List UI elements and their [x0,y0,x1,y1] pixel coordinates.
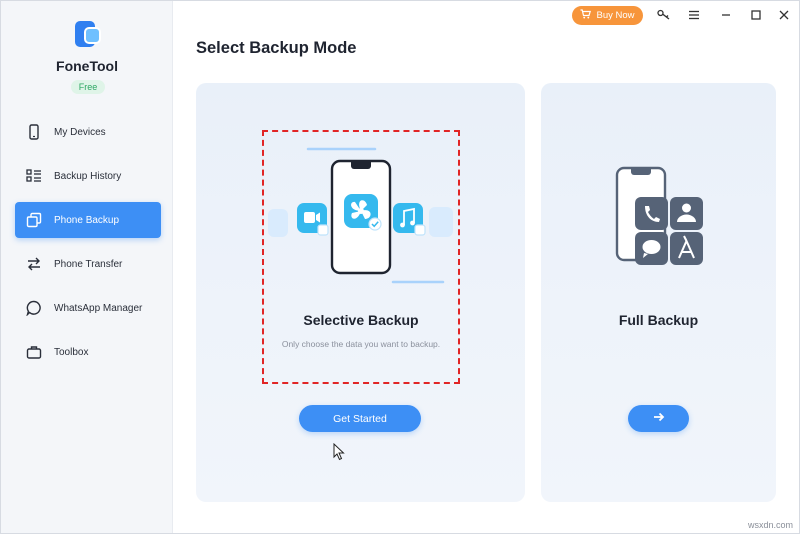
key-icon[interactable] [657,8,671,22]
selective-backup-title: Selective Backup [303,312,419,328]
sidebar: FoneTool Free My Devices Backup History … [1,1,173,533]
sidebar-item-label: WhatsApp Manager [54,302,143,314]
sidebar-item-phone-transfer[interactable]: Phone Transfer [15,246,161,282]
sidebar-item-phone-backup[interactable]: Phone Backup [15,202,161,238]
copy-icon [25,211,43,229]
sidebar-item-label: Backup History [54,170,122,182]
app-name: FoneTool [56,58,118,74]
mouse-cursor-icon [333,443,345,461]
selective-backup-description: Only choose the data you want to backup. [281,339,441,349]
sidebar-item-toolbox[interactable]: Toolbox [15,334,161,370]
minimize-icon[interactable] [719,8,733,22]
cart-icon [580,9,592,22]
buy-now-label: Buy Now [596,10,635,21]
sidebar-item-whatsapp-manager[interactable]: WhatsApp Manager [15,290,161,326]
close-icon[interactable] [777,8,791,22]
list-icon [25,167,43,185]
toolbox-icon [25,343,43,361]
full-backup-start-button[interactable] [628,405,689,432]
page-title: Select Backup Mode [196,39,357,57]
full-backup-illustration-icon [615,166,703,265]
transfer-arrows-icon [25,255,43,273]
get-started-button[interactable]: Get Started [299,405,421,432]
app-window: FoneTool Free My Devices Backup History … [0,0,800,534]
maximize-icon[interactable] [749,8,763,22]
sidebar-item-label: Toolbox [54,346,89,358]
watermark-text: wsxdn.com [747,520,793,530]
sidebar-item-label: My Devices [54,126,106,138]
plan-badge: Free [71,80,105,94]
full-backup-card[interactable] [541,83,776,502]
fonetool-logo-icon [75,21,101,47]
full-backup-title: Full Backup [618,312,699,328]
sidebar-item-label: Phone Transfer [54,258,123,270]
sidebar-item-label: Phone Backup [54,214,120,226]
chat-bubble-icon [25,299,43,317]
buy-now-button[interactable]: Buy Now [572,6,643,25]
arrow-right-icon [653,412,665,425]
sidebar-item-my-devices[interactable]: My Devices [15,114,161,150]
sidebar-item-backup-history[interactable]: Backup History [15,158,161,194]
phone-icon [25,123,43,141]
menu-icon[interactable] [687,8,701,22]
